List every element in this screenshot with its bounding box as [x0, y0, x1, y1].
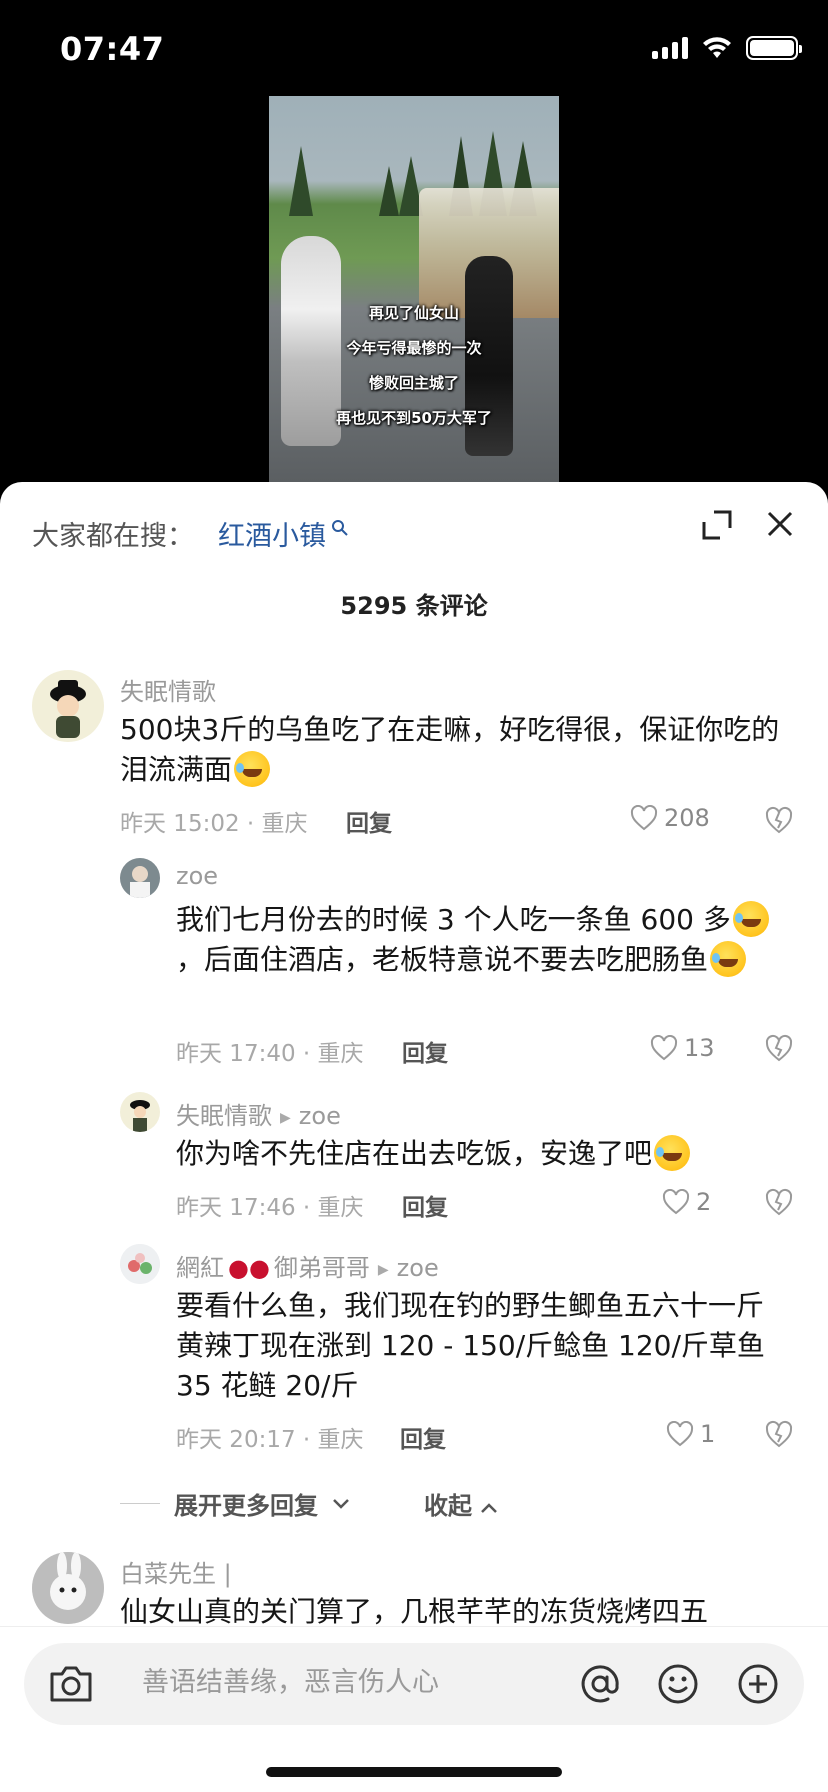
search-icon: [332, 519, 348, 536]
like-count: 2: [696, 1188, 712, 1216]
heart-icon: [662, 1189, 690, 1215]
reply-button[interactable]: 回复: [402, 1188, 448, 1222]
comment-time: 昨天 15:02 · 重庆: [120, 811, 308, 837]
laugh-cry-emoji-icon: [654, 1135, 691, 1171]
avatar[interactable]: [120, 1244, 160, 1284]
avatar[interactable]: [32, 1552, 104, 1624]
username[interactable]: 白菜先生 |: [120, 1554, 232, 1589]
comment-time: 昨天 20:17 · 重庆: [176, 1427, 364, 1453]
signal-icon: [652, 37, 688, 59]
close-icon[interactable]: [762, 506, 798, 542]
status-bar: 07:47: [0, 0, 828, 96]
input-container: [24, 1643, 804, 1725]
like-button[interactable]: 1: [666, 1420, 715, 1448]
clapping-emoji-icon: [710, 941, 747, 977]
reply-button[interactable]: 回复: [346, 804, 392, 838]
status-icons: [652, 36, 802, 60]
chevron-up-icon: [481, 1503, 498, 1513]
laugh-cry-emoji-icon: [234, 751, 271, 787]
chevron-down-icon: [333, 1498, 349, 1509]
like-button[interactable]: 13: [650, 1034, 715, 1062]
username[interactable]: zoe: [176, 862, 218, 890]
comment-text: 要看什么鱼，我们现在钓的野生鲫鱼五六十一斤黄辣丁现在涨到 120 - 150/斤…: [176, 1289, 765, 1402]
expand-more-replies-button[interactable]: 展开更多回复: [120, 1486, 350, 1521]
laugh-cry-emoji-icon: [732, 901, 769, 937]
emoji-icon[interactable]: [656, 1662, 700, 1706]
heart-icon: [650, 1035, 678, 1061]
username[interactable]: 失眠情歌: [120, 672, 216, 707]
like-count: 1: [700, 1420, 716, 1448]
reply-button[interactable]: 回复: [400, 1420, 446, 1454]
comment-text: 我们七月份去的时候 3 个人吃一条鱼 600 多，后面住酒店，老板特意说不要去吃…: [176, 900, 791, 980]
search-hint-label: 大家都在搜：: [32, 521, 194, 552]
home-indicator[interactable]: [266, 1767, 562, 1777]
at-icon[interactable]: [578, 1662, 622, 1706]
heart-icon: [630, 805, 658, 831]
heart-icon: [666, 1421, 694, 1447]
reply-arrow-icon: ▶: [280, 1110, 291, 1126]
like-count: 208: [664, 804, 710, 832]
avatar[interactable]: [32, 670, 104, 742]
comment-text: 500块3斤的乌鱼吃了在走嘛，好吃得很，保证你吃的泪流满面: [120, 713, 780, 787]
camera-icon[interactable]: [48, 1664, 94, 1704]
video-player[interactable]: 再见了仙女山 今年亏得最惨的一次 惨败回主城了 再也见不到50万大军了: [269, 96, 559, 482]
video-caption: 再见了仙女山 今年亏得最惨的一次 惨败回主城了 再也见不到50万大军了: [336, 304, 492, 427]
like-button[interactable]: 208: [630, 804, 710, 832]
battery-icon: [746, 36, 802, 60]
plus-icon[interactable]: [736, 1662, 780, 1706]
reply-arrow-icon: ▶: [377, 1262, 389, 1278]
divider: [120, 1503, 160, 1504]
wifi-icon: [703, 37, 731, 58]
cherry-icon: ●●: [228, 1254, 270, 1282]
search-keyword-link[interactable]: 红酒小镇: [218, 514, 350, 553]
username[interactable]: 失眠情歌 ▶ zoe: [176, 1096, 341, 1131]
username[interactable]: 網紅 ●● 御弟哥哥 ▶ zoe: [176, 1248, 439, 1283]
comment-time: 昨天 17:40 · 重庆: [176, 1041, 364, 1067]
expand-icon[interactable]: [700, 508, 734, 542]
like-count: 13: [684, 1034, 715, 1062]
avatar[interactable]: [120, 858, 160, 898]
comment-input[interactable]: [142, 1667, 582, 1698]
broken-heart-icon[interactable]: [764, 806, 794, 834]
broken-heart-icon[interactable]: [764, 1188, 794, 1216]
broken-heart-icon[interactable]: [764, 1034, 794, 1062]
status-time: 07:47: [60, 30, 165, 68]
avatar[interactable]: [120, 1092, 160, 1132]
collapse-button[interactable]: 收起: [424, 1486, 498, 1521]
broken-heart-icon[interactable]: [764, 1420, 794, 1448]
like-button[interactable]: 2: [662, 1188, 711, 1216]
comment-sheet: 大家都在搜： 红酒小镇 5295 条评论 失眠情歌 500块3斤的乌鱼吃了在走嘛…: [0, 482, 828, 1792]
comment-text: 你为啥不先住店在出去吃饭，安逸了吧: [176, 1134, 791, 1174]
comment-input-bar: [0, 1626, 828, 1792]
comment-time: 昨天 17:46 · 重庆: [176, 1195, 364, 1221]
comment-count: 5295 条评论: [340, 592, 488, 620]
reply-button[interactable]: 回复: [402, 1034, 448, 1068]
